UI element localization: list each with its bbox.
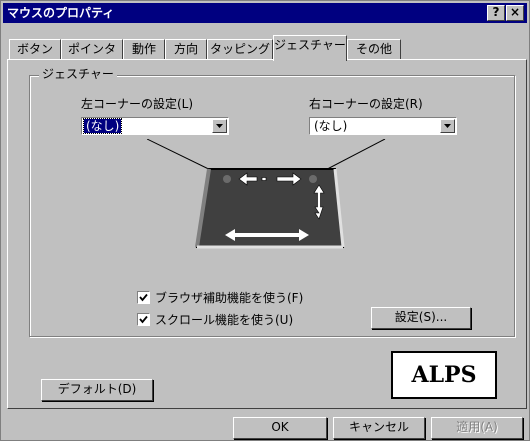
right-corner-label: 右コーナーの設定(R) xyxy=(309,97,423,111)
cancel-button[interactable]: キャンセル xyxy=(333,417,425,439)
scroll-function-checkbox[interactable] xyxy=(137,313,150,326)
right-corner-dropdown-button[interactable] xyxy=(440,119,455,133)
left-corner-dot xyxy=(223,175,231,183)
chevron-down-icon xyxy=(444,124,451,128)
checkmark-icon xyxy=(139,315,148,324)
alps-logo: ALPS xyxy=(391,351,497,399)
alps-logo-text: ALPS xyxy=(411,362,477,388)
ok-button[interactable]: OK xyxy=(233,417,327,439)
right-corner-value: (なし) xyxy=(314,119,348,133)
tab-tapping[interactable]: タッピング xyxy=(207,39,273,60)
settings-button[interactable]: 設定(S)... xyxy=(371,307,471,329)
tab-motion[interactable]: 動作 xyxy=(123,39,165,60)
mouse-properties-window: マウスのプロパティ ? × ボタン ポインタ 動作 方向 タッピング ジェスチャ… xyxy=(0,0,530,441)
close-button[interactable]: × xyxy=(506,5,524,21)
touchpad-gesture-illustration xyxy=(147,139,386,249)
title-bar: マウスのプロパティ ? × xyxy=(3,3,527,23)
left-corner-dropdown-button[interactable] xyxy=(212,119,227,133)
browser-assist-checkbox[interactable] xyxy=(137,291,150,304)
apply-button[interactable]: 適用(A) xyxy=(431,417,523,439)
tab-pointer[interactable]: ポインタ xyxy=(61,39,123,60)
checkmark-icon xyxy=(139,293,148,302)
scroll-function-label[interactable]: スクロール機能を使う(U) xyxy=(155,313,293,327)
tab-other[interactable]: その他 xyxy=(347,39,401,60)
right-corner-dot xyxy=(309,175,317,183)
tab-gesture[interactable]: ジェスチャー xyxy=(273,35,347,61)
left-corner-select[interactable]: (なし) xyxy=(81,117,229,135)
browser-assist-label[interactable]: ブラウザ補助機能を使う(F) xyxy=(155,291,303,305)
window-title: マウスのプロパティ xyxy=(7,6,115,20)
left-corner-label: 左コーナーの設定(L) xyxy=(81,97,194,111)
right-corner-select[interactable]: (なし) xyxy=(309,117,457,135)
chevron-down-icon xyxy=(216,124,223,128)
help-button[interactable]: ? xyxy=(487,5,505,21)
left-corner-value: (なし) xyxy=(82,118,123,134)
gesture-group-label: ジェスチャー xyxy=(39,67,117,81)
tab-direction[interactable]: 方向 xyxy=(165,39,207,60)
tab-buttons[interactable]: ボタン xyxy=(9,39,61,60)
tab-strip: ボタン ポインタ 動作 方向 タッピング ジェスチャー その他 xyxy=(7,35,527,61)
default-button[interactable]: デフォルト(D) xyxy=(41,379,153,401)
